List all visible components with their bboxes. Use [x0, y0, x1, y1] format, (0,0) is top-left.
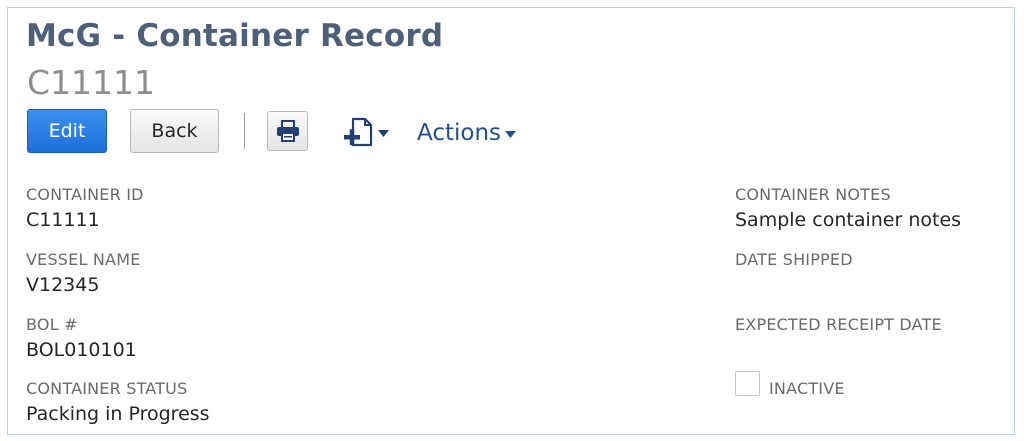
toolbar: Edit Back Actions [27, 109, 527, 155]
container-id-value: C11111 [26, 209, 100, 231]
bol-value: BOL010101 [26, 339, 137, 361]
chevron-down-icon [505, 131, 517, 138]
actions-menu[interactable]: Actions [417, 118, 517, 148]
new-document-plus-icon [344, 117, 373, 147]
print-icon [276, 120, 299, 142]
expected-receipt-date-label: EXPECTED RECEIPT DATE [735, 315, 942, 334]
date-shipped-label: DATE SHIPPED [735, 250, 853, 269]
page-title: McG - Container Record [26, 18, 444, 54]
vessel-name-value: V12345 [26, 274, 100, 296]
edit-button[interactable]: Edit [27, 109, 107, 153]
inactive-checkbox[interactable] [735, 371, 760, 396]
vessel-name-label: VESSEL NAME [26, 250, 141, 269]
container-status-label: CONTAINER STATUS [26, 379, 188, 398]
actions-label: Actions [417, 120, 502, 146]
chevron-down-icon [378, 129, 389, 137]
back-button[interactable]: Back [130, 109, 219, 153]
container-status-value: Packing in Progress [26, 403, 210, 425]
bol-label: BOL # [26, 315, 78, 334]
container-notes-label: CONTAINER NOTES [735, 185, 891, 204]
record-id: C11111 [27, 63, 156, 102]
inactive-label: INACTIVE [769, 379, 845, 398]
print-button[interactable] [267, 111, 308, 151]
toolbar-divider [244, 113, 245, 149]
container-notes-value: Sample container notes [735, 209, 962, 231]
new-document-menu[interactable] [343, 116, 403, 150]
container-id-label: CONTAINER ID [26, 185, 144, 204]
record-panel: McG - Container Record C11111 Edit Back [7, 7, 1015, 435]
